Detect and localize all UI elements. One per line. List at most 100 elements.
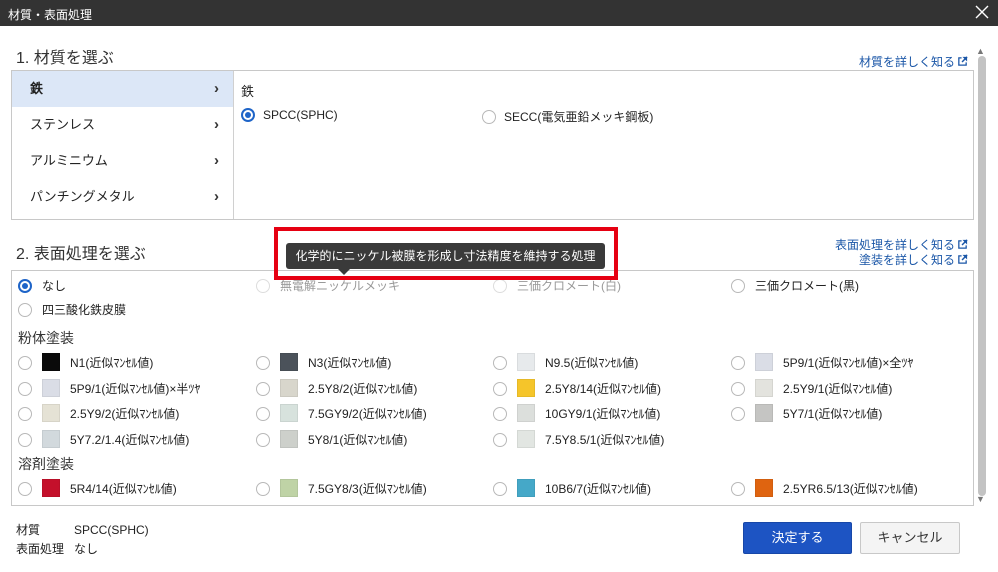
powder-coating-option-label: 2.5Y8/14(近似ﾏﾝｾﾙ値) [545,381,662,396]
color-swatch [755,378,773,397]
radio-icon [256,407,270,421]
material-option-label: SECC(電気亜鉛メッキ鋼板) [504,110,654,124]
powder-coating-option[interactable]: 5Y8/1(近似ﾏﾝｾﾙ値) [256,429,408,448]
summary-surface-key: 表面処理 [16,542,65,556]
solvent-coating-heading: 溶剤塗装 [18,456,74,472]
surface-option-electroless-nickel[interactable]: 無電解ニッケルメッキ [256,277,400,295]
material-detail-panel: 鉄 [241,81,254,100]
radio-icon [493,432,507,447]
color-swatch [42,404,60,422]
dialog-footer: 材質 SPCC(SPHC) 表面処理 なし 決定する キャンセル [0,507,998,572]
close-icon[interactable] [972,2,992,22]
powder-coating-option-label: 5P9/1(近似ﾏﾝｾﾙ値)×半ﾂﾔ [70,381,201,396]
powder-coating-option[interactable]: 2.5Y9/1(近似ﾏﾝｾﾙ値) [731,378,892,397]
color-swatch [755,479,773,497]
confirm-button[interactable]: 決定する [743,522,852,554]
material-option-secc[interactable]: SECC(電気亜鉛メッキ鋼板) [482,108,653,125]
radio-icon [731,407,745,421]
solvent-coating-option[interactable]: 2.5YR6.5/13(近似ﾏﾝｾﾙ値) [731,479,918,497]
powder-coating-option[interactable]: 2.5Y8/14(近似ﾏﾝｾﾙ値) [493,378,662,397]
color-swatch [755,353,773,371]
material-help-link[interactable]: 材質を詳しく知る [859,53,968,70]
surface-option-chromate-black[interactable]: 三価クロメート(黒) [731,277,859,295]
color-swatch [755,404,773,422]
color-swatch [517,353,535,371]
material-category-punching-metal[interactable]: パンチングメタル › [12,179,233,215]
radio-icon [731,356,745,370]
material-category-label: パンチングメタル [30,189,135,204]
summary-material: 材質 SPCC(SPHC) [16,521,149,538]
powder-coating-option-label: 5Y8/1(近似ﾏﾝｾﾙ値) [308,432,408,447]
external-link-icon [958,56,968,66]
material-help-link-label: 材質を詳しく知る [858,55,955,69]
powder-coating-option-label: 5Y7/1(近似ﾏﾝｾﾙ値) [783,407,883,421]
powder-coating-heading: 粉体塗装 [18,330,74,346]
color-swatch [280,479,298,497]
radio-icon [256,356,270,370]
powder-coating-option-label: 5P9/1(近似ﾏﾝｾﾙ値)×全ﾂﾔ [783,356,914,370]
surface-option-none[interactable]: なし [18,277,66,295]
radio-icon [18,482,32,496]
powder-coating-option[interactable]: N9.5(近似ﾏﾝｾﾙ値) [493,353,638,371]
powder-coating-option[interactable]: N3(近似ﾏﾝｾﾙ値) [256,353,391,371]
material-section-title: 1. 材質を選ぶ [16,50,114,67]
material-option-label: SPCC(SPHC) [263,108,338,122]
radio-icon [731,381,745,396]
summary-material-value: SPCC(SPHC) [74,523,149,537]
material-category-aluminium[interactable]: アルミニウム › [12,143,233,179]
powder-coating-option-label: N1(近似ﾏﾝｾﾙ値) [70,356,154,370]
cancel-button[interactable]: キャンセル [860,522,960,554]
solvent-coating-option[interactable]: 5R4/14(近似ﾏﾝｾﾙ値) [18,479,177,497]
scrollbar[interactable]: ▲ ▼ [975,46,989,506]
summary-surface-value: なし [74,542,99,556]
powder-coating-option-label: N9.5(近似ﾏﾝｾﾙ値) [545,356,639,370]
radio-icon [18,432,32,447]
powder-coating-option-label: 5Y7.2/1.4(近似ﾏﾝｾﾙ値) [70,432,190,447]
scrollbar-thumb[interactable] [978,56,986,496]
material-category-stainless[interactable]: ステンレス › [12,107,233,143]
dialog-title: 材質・表面処理 [8,8,93,22]
radio-selected-icon [18,279,32,293]
radio-icon [493,482,507,496]
powder-coating-option-label: N3(近似ﾏﾝｾﾙ値) [308,356,392,370]
radio-selected-icon [241,108,255,122]
material-option-spcc[interactable]: SPCC(SPHC) [241,108,338,122]
powder-coating-option[interactable]: 5P9/1(近似ﾏﾝｾﾙ値)×半ﾂﾔ [18,378,201,397]
surface-option-label: 三価クロメート(白) [517,279,621,293]
powder-coating-option[interactable]: 2.5Y8/2(近似ﾏﾝｾﾙ値) [256,378,418,397]
solvent-coating-option[interactable]: 7.5GY8/3(近似ﾏﾝｾﾙ値) [256,479,427,497]
surface-option-black-oxide[interactable]: 四三酸化鉄皮膜 [18,301,126,319]
scroll-down-icon[interactable]: ▼ [976,494,985,504]
powder-coating-option[interactable]: 7.5GY9/2(近似ﾏﾝｾﾙ値) [256,404,427,422]
powder-coating-option[interactable]: 5Y7/1(近似ﾏﾝｾﾙ値) [731,404,882,422]
powder-coating-option-label: 2.5Y8/2(近似ﾏﾝｾﾙ値) [308,381,418,396]
powder-coating-option[interactable]: 5Y7.2/1.4(近似ﾏﾝｾﾙ値) [18,429,190,448]
material-selector: 鉄 › ステンレス › アルミニウム › パンチングメタル › 鉄 SPCC(S… [11,70,974,220]
powder-coating-option[interactable]: 7.5Y8.5/1(近似ﾏﾝｾﾙ値) [493,429,665,448]
material-category-list: 鉄 › ステンレス › アルミニウム › パンチングメタル › [12,71,234,219]
material-category-label: アルミニウム [30,153,108,168]
material-category-iron[interactable]: 鉄 › [12,71,233,107]
color-swatch [517,378,535,397]
powder-coating-option[interactable]: 10GY9/1(近似ﾏﾝｾﾙ値) [493,404,660,422]
powder-coating-option-label: 7.5GY9/2(近似ﾏﾝｾﾙ値) [308,407,427,421]
chevron-right-icon: › [214,188,219,205]
surface-option-label: 無電解ニッケルメッキ [280,279,401,293]
chevron-right-icon: › [214,80,219,97]
solvent-coating-option-label: 7.5GY8/3(近似ﾏﾝｾﾙ値) [308,482,427,496]
surface-option-chromate-white[interactable]: 三価クロメート(白) [493,277,621,295]
radio-icon [256,381,270,396]
scroll-up-icon[interactable]: ▲ [976,46,985,56]
powder-coating-option-label: 7.5Y8.5/1(近似ﾏﾝｾﾙ値) [545,432,665,447]
chevron-right-icon: › [214,152,219,169]
color-swatch [280,353,298,371]
powder-coating-option[interactable]: 2.5Y9/2(近似ﾏﾝｾﾙ値) [18,404,179,422]
radio-icon [493,407,507,421]
painting-help-link[interactable]: 塗装を詳しく知る [859,251,968,268]
radio-icon [493,279,507,293]
powder-coating-option[interactable]: N1(近似ﾏﾝｾﾙ値) [18,353,153,371]
powder-coating-option[interactable]: 5P9/1(近似ﾏﾝｾﾙ値)×全ﾂﾔ [731,353,913,371]
powder-coating-option-label: 10GY9/1(近似ﾏﾝｾﾙ値) [545,407,661,421]
solvent-coating-option[interactable]: 10B6/7(近似ﾏﾝｾﾙ値) [493,479,651,497]
radio-icon [731,482,745,496]
